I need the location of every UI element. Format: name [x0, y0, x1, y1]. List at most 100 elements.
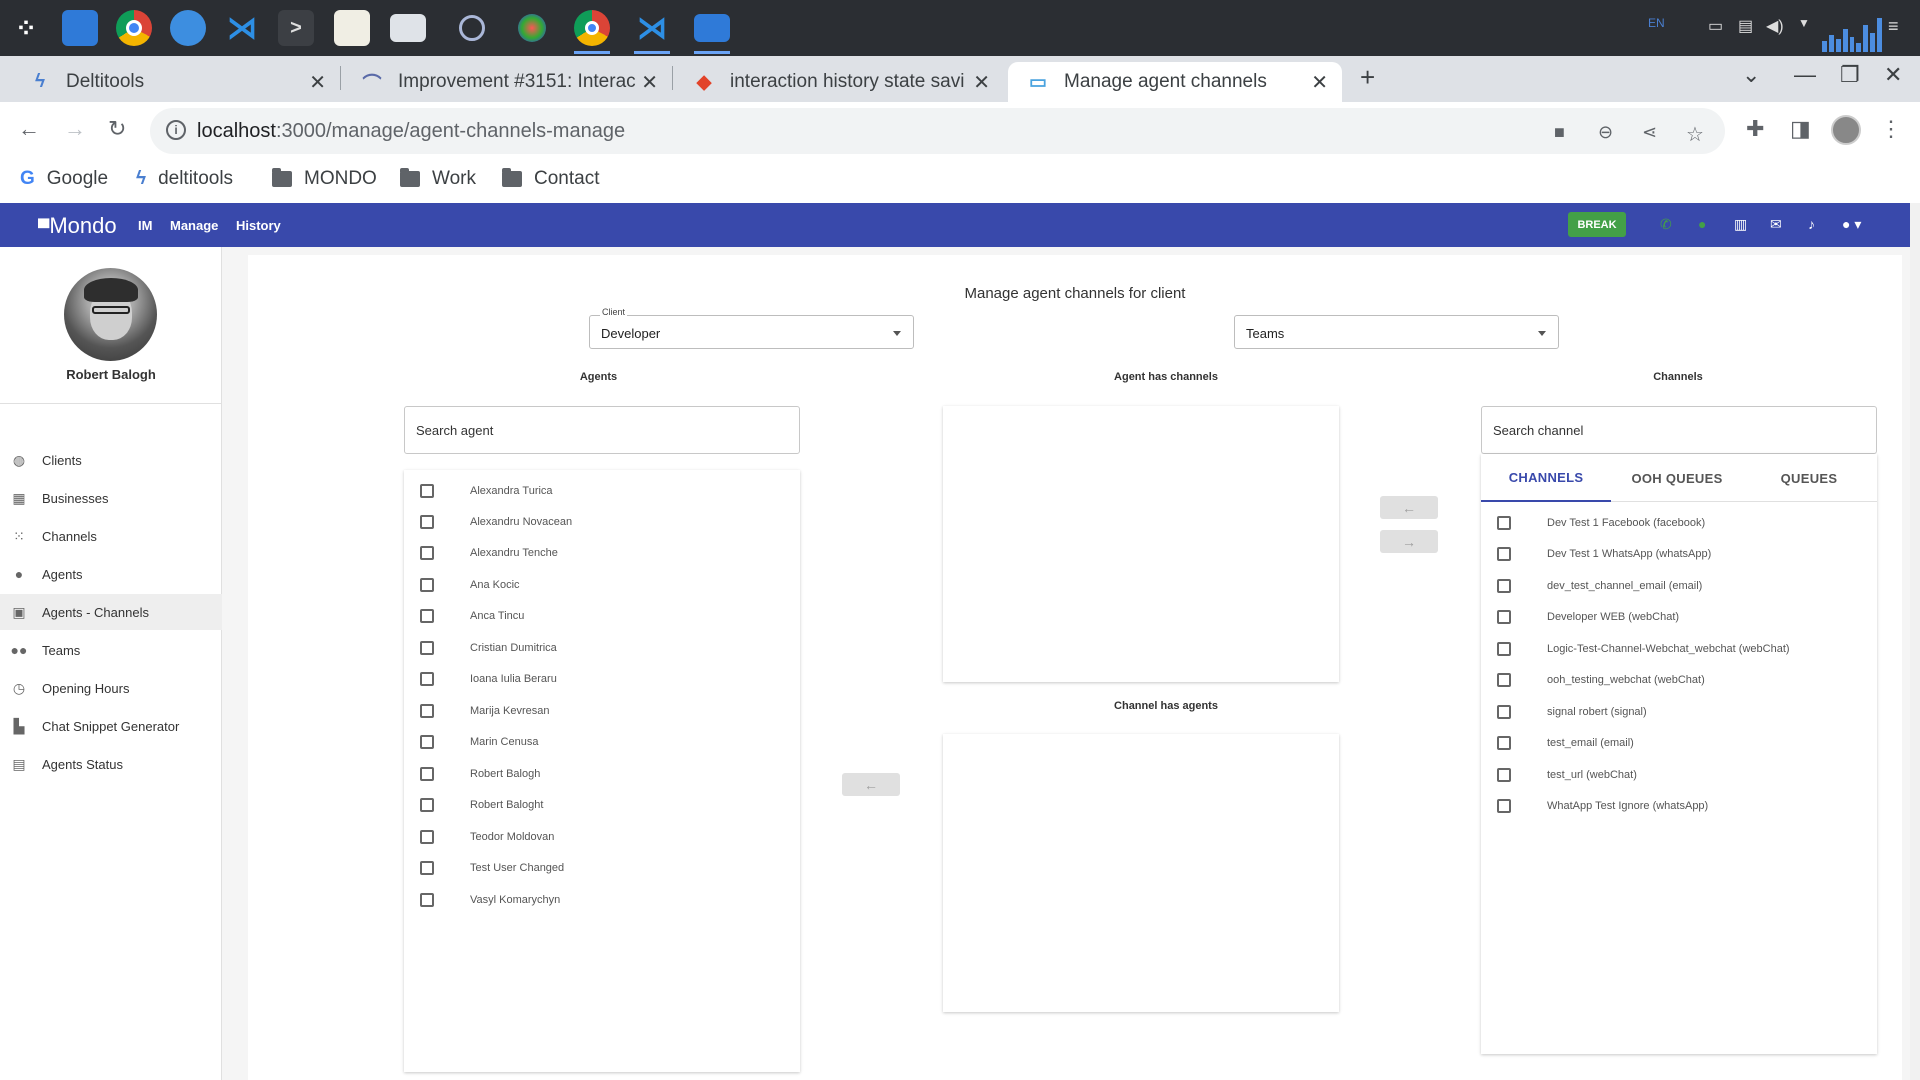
extensions-icon[interactable]: ✚ — [1746, 116, 1764, 142]
sidebar-item-agents-status[interactable]: ▤ Agents Status — [0, 746, 222, 782]
checkbox[interactable] — [420, 672, 434, 686]
new-tab-button[interactable]: + — [1360, 62, 1375, 93]
checkbox[interactable] — [420, 767, 434, 781]
close-tab-icon[interactable]: ✕ — [973, 70, 990, 95]
file-manager-2-icon[interactable] — [690, 8, 734, 54]
terminal-icon[interactable]: > — [274, 8, 318, 48]
display-settings-icon[interactable] — [386, 8, 430, 48]
bookmark-deltitools[interactable]: ϟ deltitools — [136, 168, 233, 190]
tab-search-chevron-icon[interactable]: ⌄ — [1742, 62, 1760, 88]
zoom-icon[interactable]: ⊖ — [1598, 122, 1613, 143]
checkbox[interactable] — [1497, 705, 1511, 719]
bookmark-work[interactable]: Work — [400, 168, 476, 190]
browser-menu-icon[interactable]: ⋮ — [1880, 116, 1902, 142]
sidebar-item-agents[interactable]: ● Agents — [0, 556, 222, 592]
file-manager-icon[interactable] — [58, 8, 102, 48]
checkbox[interactable] — [420, 484, 434, 498]
app-launcher-icon[interactable]: ⁘ — [4, 8, 48, 48]
close-tab-icon[interactable]: ✕ — [641, 70, 658, 95]
vscode-2-icon[interactable]: ⋊ — [630, 8, 674, 54]
app-logo[interactable]: ▀Mondo — [38, 213, 117, 239]
checkbox[interactable] — [420, 893, 434, 907]
sidebar-item-clients[interactable]: ◍ Clients — [0, 442, 222, 478]
search-channel-field[interactable] — [1481, 406, 1877, 454]
checkbox[interactable] — [420, 546, 434, 560]
tab-channels[interactable]: CHANNELS — [1481, 454, 1611, 502]
minimize-icon[interactable]: — — [1794, 62, 1816, 88]
site-info-icon[interactable]: i — [166, 120, 186, 140]
teams-select[interactable]: Teams — [1234, 315, 1559, 349]
bell-icon[interactable]: ♪ — [1808, 216, 1815, 232]
chrome-icon[interactable] — [112, 8, 156, 48]
sidebar-item-businesses[interactable]: ▦ Businesses — [0, 480, 222, 516]
add-channel-button[interactable]: → — [1380, 530, 1438, 553]
back-icon[interactable]: ← — [18, 116, 40, 142]
network-icon[interactable]: ▭ — [1708, 16, 1723, 36]
checkbox[interactable] — [420, 609, 434, 623]
bookmark-mondo[interactable]: MONDO — [272, 168, 377, 190]
checkbox[interactable] — [1497, 736, 1511, 750]
break-button[interactable]: BREAK — [1568, 212, 1626, 237]
timer-icon[interactable] — [450, 8, 494, 48]
nav-history[interactable]: History — [236, 218, 281, 233]
sidebar-item-opening-hours[interactable]: ◷ Opening Hours — [0, 670, 222, 706]
url-text[interactable]: localhost:3000/manage/agent-channels-man… — [197, 120, 625, 143]
checkbox[interactable] — [420, 798, 434, 812]
book-icon[interactable]: ▥ — [1734, 216, 1747, 233]
close-tab-icon[interactable]: ✕ — [309, 70, 326, 95]
client-select[interactable]: Client Developer — [589, 307, 914, 349]
tab-gitlab[interactable]: ◆ interaction history state savi ✕ — [674, 62, 1004, 102]
search-channel-input[interactable] — [1482, 407, 1876, 453]
tab-deltitools[interactable]: ϟ Deltitools ✕ — [10, 62, 340, 102]
forward-icon[interactable]: → — [64, 116, 86, 142]
checkbox[interactable] — [1497, 799, 1511, 813]
remove-agent-button[interactable]: ← — [842, 773, 900, 796]
clipboard-icon[interactable]: ▤ — [1738, 16, 1753, 36]
account-menu-icon[interactable]: ● ▾ — [1842, 216, 1861, 233]
close-window-icon[interactable]: ✕ — [1884, 62, 1902, 88]
reload-icon[interactable]: ↻ — [108, 116, 126, 142]
chrome-active-icon[interactable] — [570, 8, 614, 54]
tray-menu-icon[interactable]: ▼ — [1798, 16, 1810, 30]
vscode-icon[interactable]: ⋊ — [220, 8, 264, 48]
checkbox[interactable] — [420, 704, 434, 718]
page-scrollbar[interactable] — [1910, 203, 1920, 1080]
sidebar-item-channels[interactable]: ⁙ Channels — [0, 518, 222, 554]
checkbox[interactable] — [1497, 579, 1511, 593]
keyboard-layout[interactable]: EN — [1648, 16, 1665, 30]
address-bar[interactable]: i localhost:3000/manage/agent-channels-m… — [150, 108, 1725, 154]
tab-ooh-queues[interactable]: OOH QUEUES — [1611, 454, 1743, 502]
bookmark-star-icon[interactable]: ☆ — [1686, 122, 1704, 147]
mail-icon[interactable]: ✉ — [1770, 216, 1782, 233]
volume-icon[interactable]: ◀) — [1766, 16, 1784, 36]
nav-manage[interactable]: Manage — [170, 218, 218, 233]
checkbox[interactable] — [420, 515, 434, 529]
checkbox[interactable] — [420, 861, 434, 875]
checkbox[interactable] — [1497, 547, 1511, 561]
phone-icon[interactable]: ✆ — [1660, 216, 1672, 233]
tab-manage-agent-channels[interactable]: ▭ Manage agent channels ✕ — [1008, 62, 1342, 102]
sidebar-item-teams[interactable]: ●● Teams — [0, 632, 222, 668]
search-agent-field[interactable] — [404, 406, 800, 454]
text-editor-icon[interactable] — [330, 8, 374, 48]
search-agent-input[interactable] — [405, 407, 799, 453]
sidebar-item-chat-snippet-generator[interactable]: ▙ Chat Snippet Generator — [0, 708, 222, 744]
close-tab-icon[interactable]: ✕ — [1311, 70, 1328, 95]
checkbox[interactable] — [420, 641, 434, 655]
checkbox[interactable] — [1497, 768, 1511, 782]
bookmark-contact[interactable]: Contact — [502, 168, 599, 190]
microphone-icon[interactable]: ● — [1698, 216, 1706, 232]
side-panel-icon[interactable]: ◨ — [1790, 116, 1811, 142]
checkbox[interactable] — [1497, 516, 1511, 530]
thunderbird-icon[interactable] — [166, 8, 210, 48]
restore-icon[interactable]: ❐ — [1840, 62, 1860, 88]
checkbox[interactable] — [420, 830, 434, 844]
checkbox[interactable] — [1497, 673, 1511, 687]
sidebar-item-agents-channels[interactable]: ▣ Agents - Channels — [0, 594, 222, 630]
camera-icon[interactable]: ■ — [1554, 122, 1565, 143]
share-icon[interactable]: ⋖ — [1642, 122, 1657, 143]
nav-im[interactable]: IM — [138, 218, 152, 233]
profile-avatar[interactable] — [1831, 115, 1861, 145]
checkbox[interactable] — [420, 578, 434, 592]
remove-channel-button[interactable]: ← — [1380, 496, 1438, 519]
